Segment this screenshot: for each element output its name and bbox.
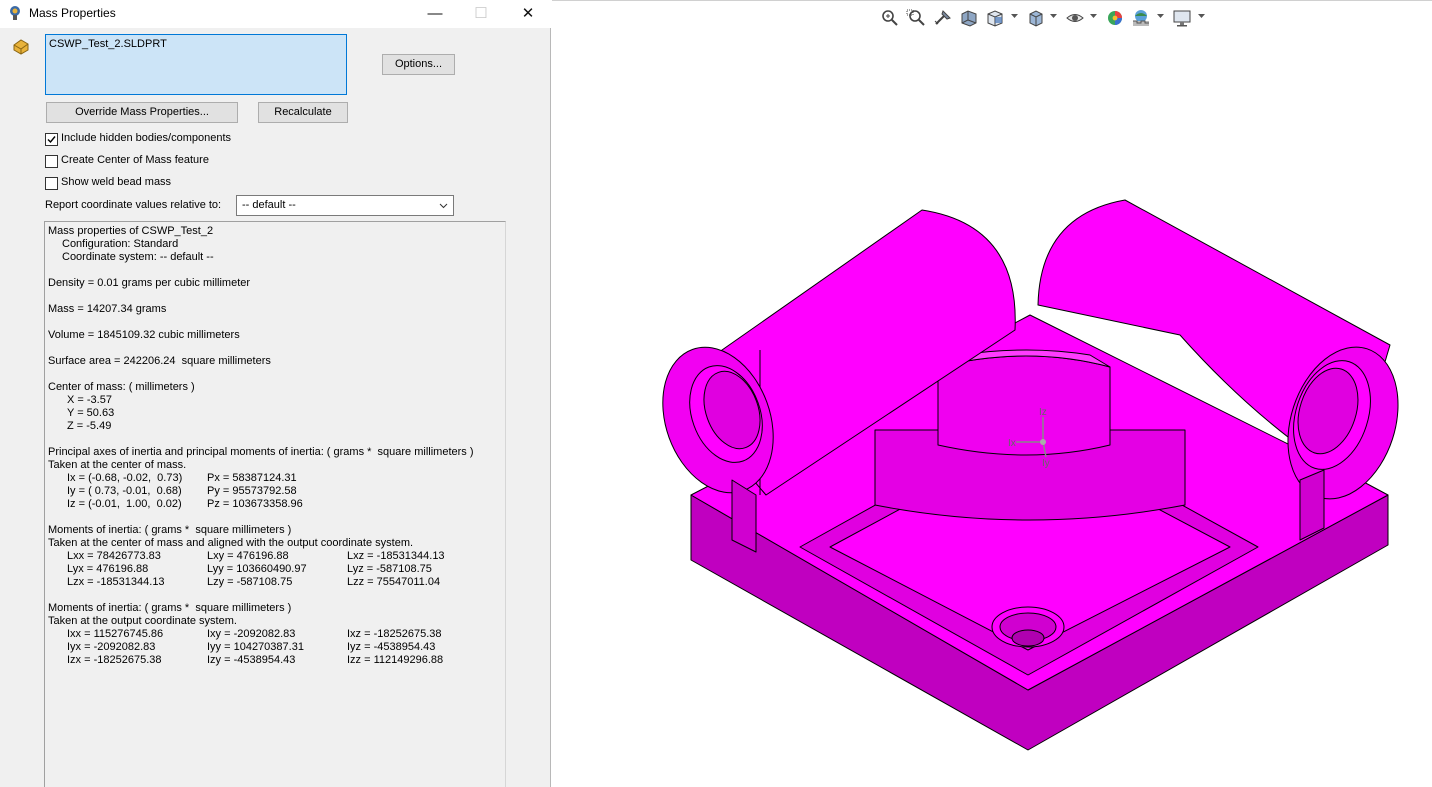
maximize-icon: ☐: [474, 5, 488, 22]
section-view-icon[interactable]: [959, 8, 979, 28]
chevron-down-icon[interactable]: [1090, 14, 1097, 19]
moi-output-cell: Izz = 112149296.88: [347, 654, 444, 666]
principal-moment-line: Pz = 103673358.96: [207, 498, 303, 510]
triad-x-label: Ix: [1008, 438, 1016, 449]
mass-line: Mass = 14207.34 grams: [48, 303, 167, 315]
moi-center-cell: Lzx = -18531344.13: [67, 576, 165, 588]
principal-axis-line: Iz = (-0.01, 1.00, 0.02): [67, 498, 182, 510]
mass-properties-icon: [10, 6, 20, 20]
minimize-icon: —: [427, 5, 443, 22]
center-of-mass-header: Center of mass: ( millimeters ): [48, 381, 195, 393]
chevron-down-icon[interactable]: [1011, 14, 1018, 19]
report-coordinate-label: Report coordinate values relative to:: [45, 199, 222, 211]
list-item[interactable]: CSWP_Test_2.SLDPRT: [49, 38, 167, 50]
moi-center-cell: Lxz = -18531344.13: [347, 550, 445, 562]
model-geometry: [662, 199, 1399, 751]
moi-output-cell: Izy = -4538954.43: [207, 654, 296, 666]
coordinate-system-line: Coordinate system: -- default --: [62, 251, 214, 263]
moi-output-cell: Izx = -18252675.38: [67, 654, 162, 666]
title-bar[interactable]: Mass Properties — ☐ ✕: [0, 0, 551, 28]
moi-output-cell: Iyx = -2092082.83: [67, 641, 156, 653]
chevron-down-icon[interactable]: [1157, 14, 1164, 19]
com-z-line: Z = -5.49: [67, 420, 112, 432]
part-icon: [13, 39, 29, 55]
principal-moment-line: Py = 95573792.58: [207, 485, 297, 497]
triad-z-label: Iz: [1039, 407, 1047, 418]
previous-view-icon[interactable]: [933, 8, 953, 28]
chevron-down-icon: [439, 203, 448, 209]
view-settings-icon[interactable]: [1172, 8, 1192, 28]
results-text-area[interactable]: Mass properties of CSWP_Test_2 Configura…: [44, 221, 506, 787]
moi-center-header: Moments of inertia: ( grams * square mil…: [48, 524, 292, 536]
close-button[interactable]: ✕: [505, 0, 551, 28]
surface-area-line: Surface area = 242206.24 square millimet…: [48, 355, 271, 367]
mass-properties-dialog: Mass Properties — ☐ ✕ CSWP_Test_2.SLDPRT…: [0, 0, 551, 787]
moi-output-cell: Ixx = 115276745.86: [67, 628, 164, 640]
checkbox-label: Create Center of Mass feature: [61, 154, 209, 166]
checkmark-icon: [47, 136, 56, 144]
checkbox-box[interactable]: [45, 177, 58, 190]
zoom-to-fit-icon[interactable]: [880, 8, 900, 28]
window-title: Mass Properties: [29, 6, 116, 20]
principal-moment-line: Px = 58387124.31: [207, 472, 297, 484]
triad-y-label: Iy: [1042, 458, 1050, 469]
moi-center-cell: Lxx = 78426773.83: [67, 550, 161, 562]
checkbox-label: Include hidden bodies/components: [61, 132, 232, 144]
moi-center-note: Taken at the center of mass and aligned …: [48, 537, 414, 549]
moi-output-cell: Ixy = -2092082.83: [207, 628, 296, 640]
view-orientation-icon[interactable]: [985, 8, 1005, 28]
display-style-icon[interactable]: [1026, 8, 1046, 28]
options-button[interactable]: Options...: [382, 54, 455, 75]
checkbox-box[interactable]: [45, 133, 58, 146]
checkbox-label: Show weld bead mass: [61, 176, 172, 188]
moi-output-note: Taken at the output coordinate system.: [48, 615, 237, 627]
coordinate-system-value: -- default --: [242, 199, 296, 211]
part-model[interactable]: Iz Ix Iy: [660, 195, 1400, 760]
moi-output-cell: Iyy = 104270387.31: [207, 641, 304, 653]
results-header: Mass properties of CSWP_Test_2: [48, 225, 214, 237]
coordinate-system-select[interactable]: -- default --: [236, 195, 454, 216]
volume-line: Volume = 1845109.32 cubic millimeters: [48, 329, 240, 341]
principal-axis-line: Ix = (-0.68, -0.02, 0.73): [67, 472, 183, 484]
moi-center-cell: Lzz = 75547011.04: [347, 576, 441, 588]
recalculate-button[interactable]: Recalculate: [258, 102, 348, 123]
moi-output-cell: Iyz = -4538954.43: [347, 641, 436, 653]
moi-output-cell: Ixz = -18252675.38: [347, 628, 442, 640]
close-icon: ✕: [521, 5, 535, 22]
selected-items-list[interactable]: CSWP_Test_2.SLDPRT: [45, 34, 347, 95]
apply-scene-icon[interactable]: [1131, 8, 1151, 28]
moi-center-cell: Lyy = 103660490.97: [207, 563, 307, 575]
override-mass-properties-button[interactable]: Override Mass Properties...: [46, 102, 238, 123]
principal-axis-line: Iy = ( 0.73, -0.01, 0.68): [67, 485, 182, 497]
heads-up-view-toolbar: [880, 6, 1210, 28]
principal-axes-note: Taken at the center of mass.: [48, 459, 187, 471]
minimize-button[interactable]: —: [412, 0, 458, 28]
configuration-line: Configuration: Standard: [62, 238, 179, 250]
checkbox-box[interactable]: [45, 155, 58, 168]
principal-axes-header: Principal axes of inertia and principal …: [48, 446, 474, 458]
density-line: Density = 0.01 grams per cubic millimete…: [48, 277, 251, 289]
com-x-line: X = -3.57: [67, 394, 112, 406]
moi-center-cell: Lxy = 476196.88: [207, 550, 289, 562]
chevron-down-icon[interactable]: [1198, 14, 1205, 19]
com-y-line: Y = 50.63: [67, 407, 115, 419]
moi-output-header: Moments of inertia: ( grams * square mil…: [48, 602, 292, 614]
chevron-down-icon[interactable]: [1050, 14, 1057, 19]
maximize-button[interactable]: ☐: [458, 0, 504, 28]
moi-center-cell: Lyx = 476196.88: [67, 563, 149, 575]
zoom-to-area-icon[interactable]: [906, 8, 926, 28]
moi-center-cell: Lyz = -587108.75: [347, 563, 432, 575]
edit-appearance-icon[interactable]: [1105, 8, 1125, 28]
moi-center-cell: Lzy = -587108.75: [207, 576, 293, 588]
hide-show-items-icon[interactable]: [1065, 8, 1085, 28]
